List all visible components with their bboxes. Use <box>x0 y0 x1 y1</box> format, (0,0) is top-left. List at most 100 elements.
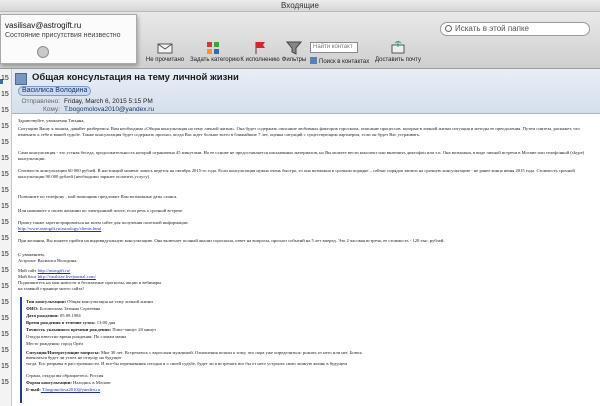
message-icon <box>15 73 27 85</box>
detail-label: Ситуация/Интересующие вопросы: <box>26 350 100 355</box>
followup-label: К исполнению <box>240 57 280 63</box>
to-value[interactable]: T.bogomolova2010@yandex.ru <box>64 106 154 113</box>
list-item-day[interactable]: 15 <box>1 347 9 354</box>
list-item-day[interactable]: 15 <box>1 363 9 370</box>
tooltip-status: Состояние присутствия неизвестно <box>5 32 121 39</box>
message-subject: Общая консультация на тему личной жизни <box>32 72 239 83</box>
detail-row: Точность указанного времени рождения: Пл… <box>26 327 156 332</box>
contact-search-label: Поиск в контактах <box>319 59 370 65</box>
detail-email-link[interactable]: T.bogomolova2010@yandex.ru <box>41 387 100 392</box>
detail-value: Находясь в Москве <box>71 380 111 385</box>
detail-row: Ситуация/Интересующие вопросы: Мне 30 ле… <box>26 350 371 361</box>
list-item-day[interactable]: 15 <box>1 187 9 194</box>
list-item-day[interactable]: 15 <box>1 219 9 226</box>
avatar[interactable] <box>37 46 49 58</box>
body-paragraph: Позвоните по телефону , мой помощник пре… <box>18 194 178 199</box>
detail-value: Место рождения: город Орёл <box>26 341 84 346</box>
detail-row: тогда. Его разрывы в расстроенности. И в… <box>26 361 371 366</box>
detail-value: 05.09.1984 <box>58 313 81 318</box>
blog-link[interactable]: http://vasilisav.livejournal.com/ <box>38 274 96 279</box>
greeting: Здравствуйте, уважаемая Татьяна, <box>18 118 85 123</box>
folder-search-placeholder: Искать в этой папке <box>455 24 529 33</box>
find-contact-input[interactable]: Найти контакт <box>310 42 358 53</box>
body-paragraph: При желании, Вы можете пройти на индивид… <box>18 238 445 243</box>
body-paragraph: Ситуацию Вашу я поняла, давайте разберем… <box>18 126 580 137</box>
site-label: Мой сайт <box>18 268 37 273</box>
unread-label: Не прочитано <box>145 57 185 63</box>
detail-label: Точность указанного времени рождения: <box>26 327 112 332</box>
list-item-day[interactable]: 15 <box>1 203 9 210</box>
subscribe-text-2: на главной странице моего сайта! <box>18 286 84 291</box>
address-book-icon <box>310 57 317 64</box>
list-item-day[interactable]: 15 <box>1 315 9 322</box>
detail-row: ФИО: Богомолова Татьяна Сергеевна <box>26 306 100 311</box>
search-icon <box>445 25 452 32</box>
regards: С уважением, <box>18 252 45 257</box>
tooltip-email[interactable]: vasilisav@astrogift.ru <box>5 21 81 30</box>
find-contact-placeholder: Найти контакт <box>313 44 353 50</box>
filters-label: Фильтры <box>281 57 307 63</box>
funnel-icon <box>286 41 302 55</box>
detail-row: Форма консультации: Находясь в Москве <box>26 380 111 385</box>
list-item-day[interactable]: 15 <box>1 283 9 290</box>
to-label: Кому: <box>43 106 60 113</box>
detail-value: Богомолова Татьяна Сергеевна <box>38 306 101 311</box>
sender-chip[interactable]: Василиса Володина <box>18 86 92 96</box>
detail-row: Тип консультации: Общая консультация на … <box>26 299 153 304</box>
folder-search-input[interactable]: Искать в этой папке <box>440 22 590 36</box>
contact-search-button[interactable]: Поиск в контактах <box>310 57 369 65</box>
detail-value: Плюс-минус 20 минут <box>111 327 157 332</box>
blog-label: Мой блог <box>18 274 37 279</box>
astrogift-clients-link[interactable]: http://www.astrogift.ru/astrology/client… <box>18 226 101 231</box>
detail-value: Страна, откуда вы обращаетесь: Россия <box>26 373 104 378</box>
body-paragraph: Или напишите о своем желании по электрон… <box>18 208 184 213</box>
envelope-icon <box>157 43 173 54</box>
list-item-day[interactable]: 15 <box>1 235 9 242</box>
site-row: Мой сайт http://astrogift.ru/ <box>18 268 594 274</box>
detail-label: Время рождения в течение суток: <box>26 320 96 325</box>
list-item-day[interactable]: 15 <box>1 75 9 82</box>
signature: Астролог Василиса Володина. <box>18 258 78 263</box>
window-title: Входящие <box>281 1 319 10</box>
order-details-card: Тип консультации: Общая консультация на … <box>20 297 375 403</box>
flag-icon <box>255 42 265 54</box>
list-item-day[interactable]: 15 <box>1 91 9 98</box>
sent-value: Friday, March 6, 2015 5:15 PM <box>64 98 153 105</box>
message-list-strip: 15 15 15 15 15 15 15 15 15 15 15 15 15 1… <box>0 69 12 406</box>
categorize-label: Задать категорию <box>190 57 240 63</box>
title-bar: Входящие <box>0 0 600 12</box>
message-body: Здравствуйте, уважаемая Татьяна, Ситуаци… <box>12 114 600 406</box>
detail-row: E-mail: T.bogomolova2010@yandex.ru <box>26 387 100 392</box>
detail-row: Страна, откуда вы обращаетесь: Россия <box>26 373 103 378</box>
contact-tooltip: vasilisav@astrogift.ru Состояние присутс… <box>0 14 137 64</box>
outlook-window: Входящие Искать в этой папке Не прочитан… <box>0 0 600 406</box>
detail-label: E-mail: <box>26 387 41 392</box>
list-item-day[interactable]: 15 <box>1 299 9 306</box>
body-paragraph: Стоимость консультации 60 000 рублей. В … <box>18 168 575 179</box>
detail-value: 13:00 дня <box>95 320 116 325</box>
subscribe-text: Подпишитесь на мои новости и бесплатные … <box>18 280 162 285</box>
send-receive-label: Доставить почту <box>375 57 421 63</box>
detail-label: Дата рождения: <box>26 313 59 318</box>
list-item-day[interactable]: 15 <box>1 331 9 338</box>
list-item-day[interactable]: 15 <box>1 267 9 274</box>
list-item-day[interactable]: 15 <box>1 155 9 162</box>
message-header: Общая консультация на тему личной жизни … <box>12 69 600 114</box>
list-item-day[interactable]: 15 <box>1 251 9 258</box>
list-item-day[interactable]: 15 <box>1 379 9 386</box>
detail-row: Место рождения: город Орёл <box>26 341 83 346</box>
site-link[interactable]: http://astrogift.ru/ <box>38 268 71 273</box>
send-receive-icon <box>391 41 405 54</box>
detail-value: Откуда известно время рождения: По слова… <box>26 334 127 339</box>
detail-row: Откуда известно время рождения: По слова… <box>26 334 126 339</box>
body-paragraph: Прошу также зарегистрироваться на моем с… <box>18 220 189 225</box>
detail-row: Время рождения в течение суток: 13:00 дн… <box>26 320 115 325</box>
list-item-day[interactable]: 15 <box>1 123 9 130</box>
astrogift-link-row: http://www.astrogift.ru/astrology/client… <box>18 226 594 232</box>
sent-label: Отправлено: <box>21 98 60 105</box>
list-item-day[interactable]: 15 <box>1 107 9 114</box>
detail-label: Тип консультации: <box>26 299 66 304</box>
list-item-day[interactable]: 15 <box>1 139 9 146</box>
category-icon <box>207 42 219 54</box>
list-item-day[interactable]: 15 <box>1 171 9 178</box>
